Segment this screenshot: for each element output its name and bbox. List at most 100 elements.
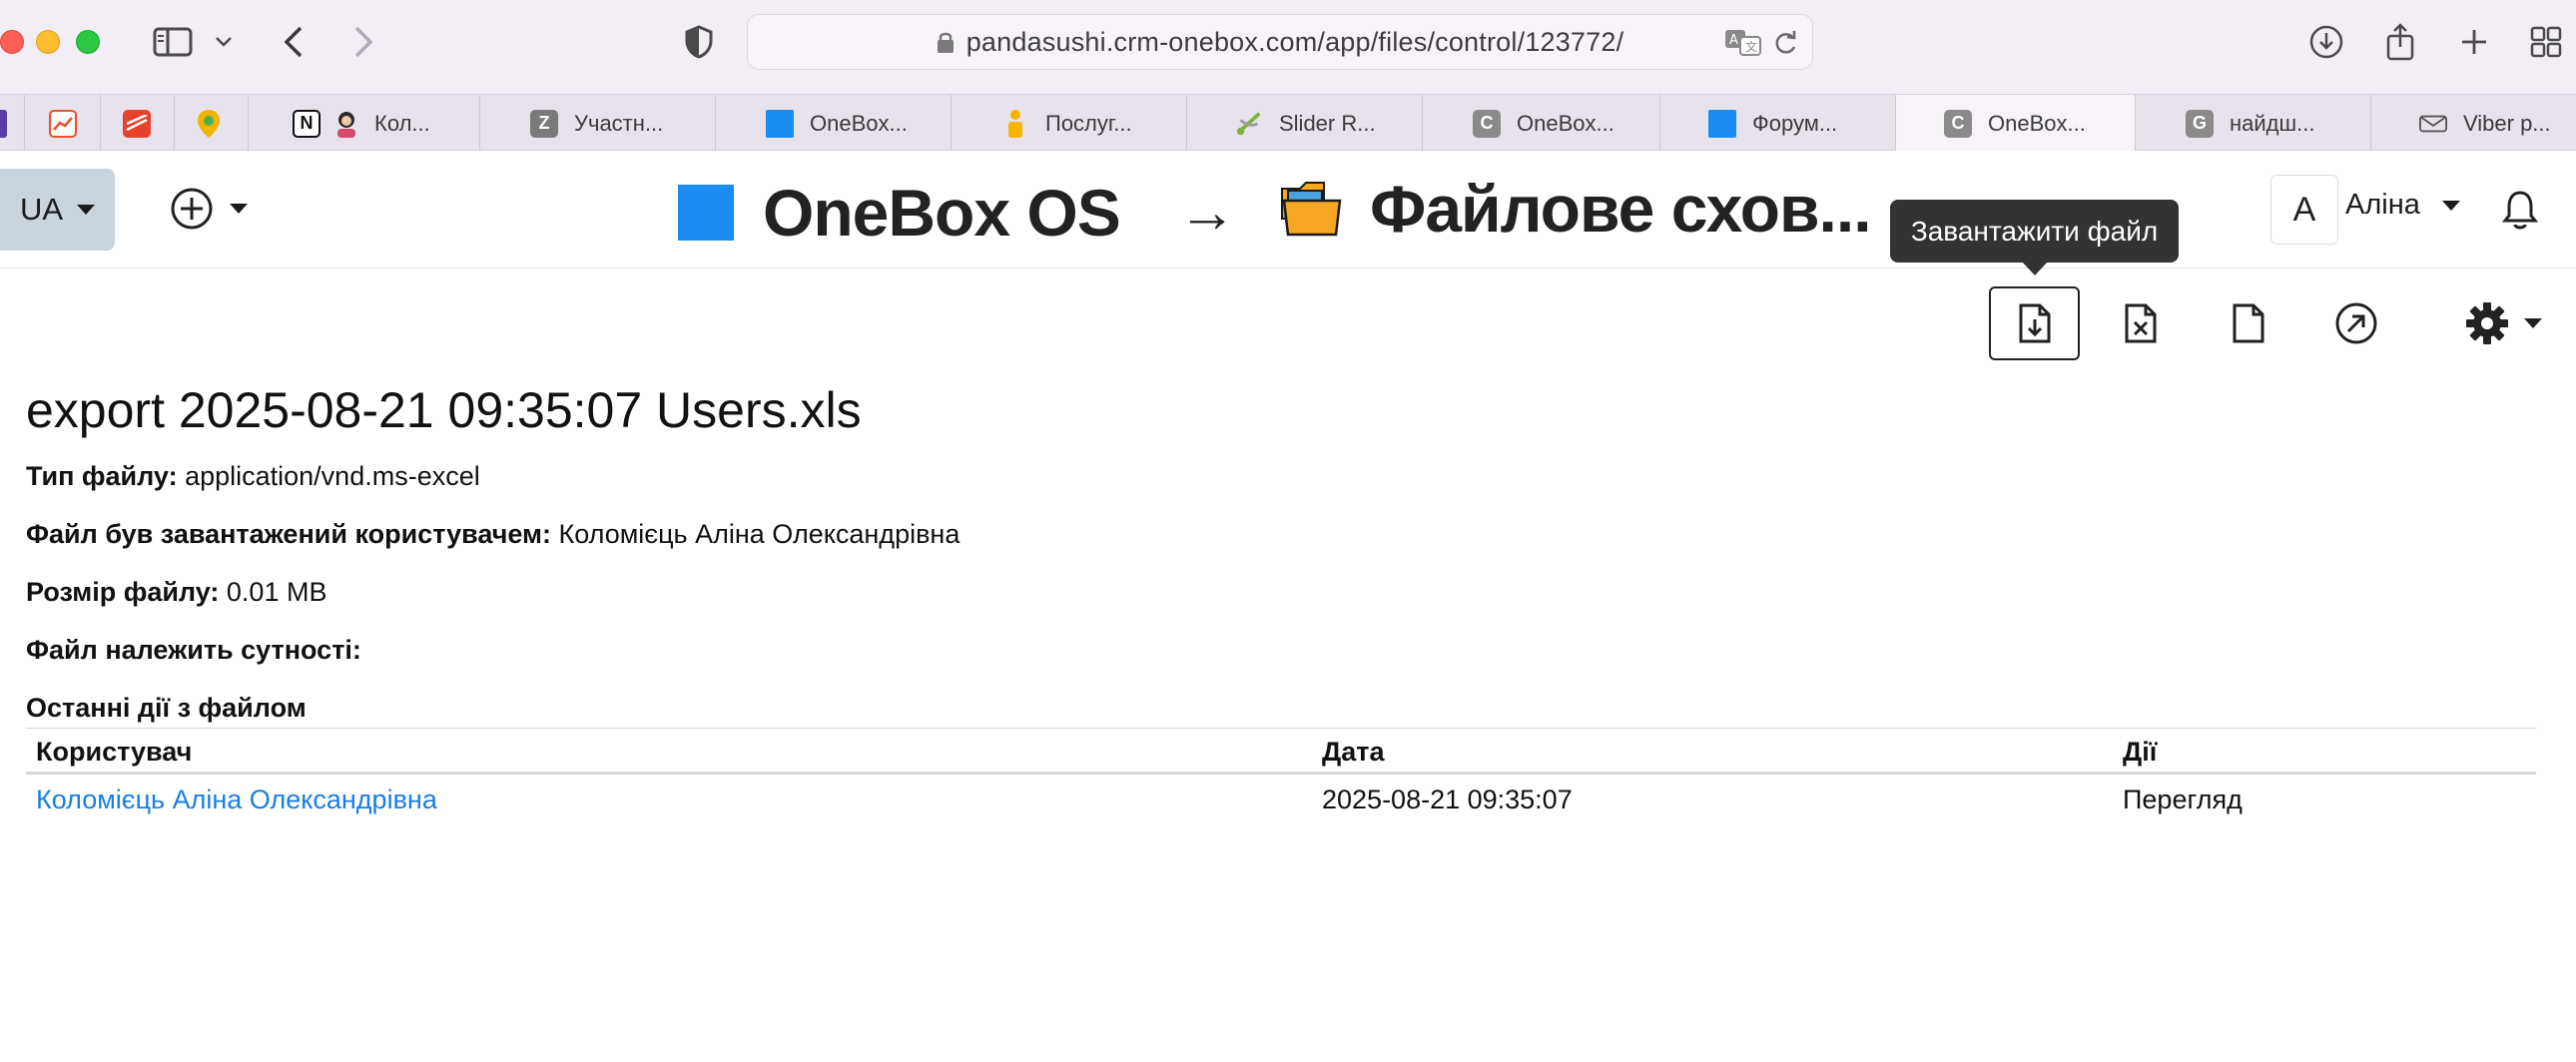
map-pin-favicon-icon bbox=[195, 109, 223, 138]
recent-actions-label: Останні дії з файлом bbox=[26, 693, 307, 723]
user-menu[interactable]: Аліна bbox=[2345, 189, 2460, 222]
tab-pinned-4[interactable] bbox=[174, 95, 248, 152]
favicon-icon bbox=[0, 109, 7, 138]
slider-favicon-icon bbox=[1235, 110, 1263, 138]
file-size-value: 0.01 MB bbox=[226, 577, 327, 607]
download-file-icon bbox=[2019, 303, 2050, 343]
file-size-label: Розмір файлу: bbox=[26, 577, 220, 607]
delete-file-icon bbox=[2125, 303, 2156, 343]
caret-down-icon bbox=[77, 205, 96, 215]
address-bar[interactable]: pandasushi.crm-onebox.com/app/files/cont… bbox=[747, 14, 1813, 70]
caret-down-icon bbox=[2441, 201, 2460, 212]
column-header-date: Дата bbox=[1322, 737, 1385, 767]
lock-icon bbox=[937, 32, 954, 53]
column-header-actions: Дії bbox=[2123, 737, 2158, 767]
table-header: Користувач Дата Дії bbox=[26, 728, 2536, 775]
create-dropdown[interactable] bbox=[170, 187, 248, 231]
tab-overview-icon[interactable] bbox=[2528, 18, 2564, 66]
translate-icon[interactable]: A文 bbox=[1724, 29, 1762, 57]
c-favicon-icon: C bbox=[1473, 109, 1501, 138]
file-uploader-label: Файл був завантажений користувачем: bbox=[26, 519, 551, 549]
file-uploader-row: Файл був завантажений користувачем: Коло… bbox=[26, 519, 960, 550]
gear-icon bbox=[2466, 302, 2508, 344]
downloads-icon[interactable] bbox=[2306, 18, 2346, 66]
c-favicon-icon: C bbox=[1944, 109, 1972, 138]
tab-pinned-3[interactable] bbox=[100, 95, 174, 152]
settings-dropdown[interactable] bbox=[2448, 286, 2558, 360]
open-file-button[interactable] bbox=[2310, 286, 2401, 360]
file-entity-label: Файл належить сутності: bbox=[26, 635, 361, 665]
open-link-icon bbox=[2335, 302, 2376, 344]
language-dropdown[interactable]: UA bbox=[0, 169, 115, 251]
minimize-window-button[interactable] bbox=[36, 30, 60, 54]
table-cell-user-link[interactable]: Коломієць Аліна Олександрівна bbox=[36, 785, 437, 815]
file-title: export 2025-08-21 09:35:07 Users.xls bbox=[26, 382, 862, 438]
tab-onebox-active[interactable]: C OneBox... bbox=[1895, 95, 2135, 152]
browser-toolbar: pandasushi.crm-onebox.com/app/files/cont… bbox=[0, 0, 2576, 94]
download-file-button[interactable] bbox=[1989, 286, 2080, 360]
tab-participants[interactable]: Z Участн... bbox=[479, 95, 715, 152]
chart-favicon-icon bbox=[49, 109, 77, 138]
table-row: Коломієць Аліна Олександрівна 2025-08-21… bbox=[26, 775, 2536, 822]
notion-favicon-icon: N bbox=[293, 109, 321, 138]
file-type-label: Тип файлу: bbox=[26, 461, 178, 491]
close-window-button[interactable] bbox=[0, 30, 24, 54]
file-type-row: Тип файлу: application/vnd.ms-excel bbox=[26, 461, 480, 492]
file-entity-row: Файл належить сутності: bbox=[26, 635, 361, 666]
onebox-favicon-icon bbox=[766, 109, 794, 138]
person-favicon-icon bbox=[1001, 109, 1029, 138]
file-type-value: application/vnd.ms-excel bbox=[185, 461, 480, 491]
tab-onebox-1[interactable]: OneBox... bbox=[715, 95, 951, 152]
file-icon bbox=[2233, 303, 2263, 343]
reload-icon[interactable] bbox=[1772, 29, 1798, 57]
tooltip: Завантажити файл bbox=[1890, 200, 2179, 263]
tab-slider[interactable]: Slider R... bbox=[1186, 95, 1422, 152]
plus-circle-icon bbox=[171, 188, 213, 230]
folder-icon bbox=[1280, 179, 1344, 244]
forward-icon[interactable] bbox=[347, 18, 379, 66]
tab-search[interactable]: G найдш... bbox=[2135, 95, 2370, 152]
tab-forum[interactable]: Форум... bbox=[1659, 95, 1895, 152]
tab-onebox-2[interactable]: C OneBox... bbox=[1422, 95, 1659, 152]
stripes-favicon-icon bbox=[123, 109, 151, 138]
z-favicon-icon: Z bbox=[530, 109, 558, 138]
url-text: pandasushi.crm-onebox.com/app/files/cont… bbox=[966, 26, 1624, 57]
zoom-window-button[interactable] bbox=[76, 30, 100, 54]
table-cell-action: Перегляд bbox=[2123, 785, 2243, 814]
tab-notion[interactable]: N Кол... bbox=[248, 95, 479, 152]
delete-file-button[interactable] bbox=[2095, 286, 2186, 360]
tab-viber[interactable]: Viber p... bbox=[2370, 95, 2576, 152]
caret-down-icon bbox=[230, 204, 248, 214]
svg-text:文: 文 bbox=[1745, 39, 1757, 54]
column-header-user: Користувач bbox=[36, 737, 193, 767]
tab-services[interactable]: Послуг... bbox=[951, 95, 1186, 152]
app-header: UA OneBox OS → Файлове схов... A Аліна bbox=[0, 151, 2576, 268]
language-label: UA bbox=[19, 192, 64, 227]
file-uploader-value: Коломієць Аліна Олександрівна bbox=[558, 519, 961, 549]
avatar[interactable]: A bbox=[2270, 175, 2338, 245]
section-title: Файлове схов... bbox=[1370, 172, 1872, 246]
tab-pinned-1[interactable] bbox=[0, 95, 24, 152]
onebox-favicon-icon bbox=[1708, 109, 1736, 138]
tab-pinned-2[interactable] bbox=[24, 95, 100, 152]
avatar-favicon-icon bbox=[332, 110, 360, 138]
sidebar-icon[interactable] bbox=[150, 18, 196, 66]
bell-icon[interactable] bbox=[2501, 189, 2539, 236]
brand-title[interactable]: OneBox OS bbox=[763, 175, 1121, 251]
new-tab-icon[interactable] bbox=[2456, 18, 2492, 66]
svg-text:A: A bbox=[1729, 33, 1738, 48]
table-cell-date: 2025-08-21 09:35:07 bbox=[1322, 785, 1573, 814]
share-icon[interactable] bbox=[2382, 18, 2418, 66]
breadcrumb-arrow: → bbox=[1178, 180, 1236, 245]
caret-down-icon bbox=[2524, 318, 2542, 328]
onebox-logo-icon bbox=[678, 185, 734, 241]
file-size-row: Розмір файлу: 0.01 MB bbox=[26, 577, 326, 608]
privacy-shield-icon[interactable] bbox=[683, 18, 715, 66]
view-file-button[interactable] bbox=[2203, 286, 2293, 360]
tab-bar: N Кол... Z Участн... OneBox... Послуг...… bbox=[0, 94, 2576, 152]
chevron-down-icon[interactable] bbox=[212, 18, 236, 66]
back-icon[interactable] bbox=[278, 18, 310, 66]
recent-actions-heading: Останні дії з файлом bbox=[26, 693, 307, 724]
tooltip-arrow bbox=[2022, 262, 2048, 275]
recent-actions-table: Користувач Дата Дії Коломієць Аліна Олек… bbox=[26, 728, 2536, 822]
